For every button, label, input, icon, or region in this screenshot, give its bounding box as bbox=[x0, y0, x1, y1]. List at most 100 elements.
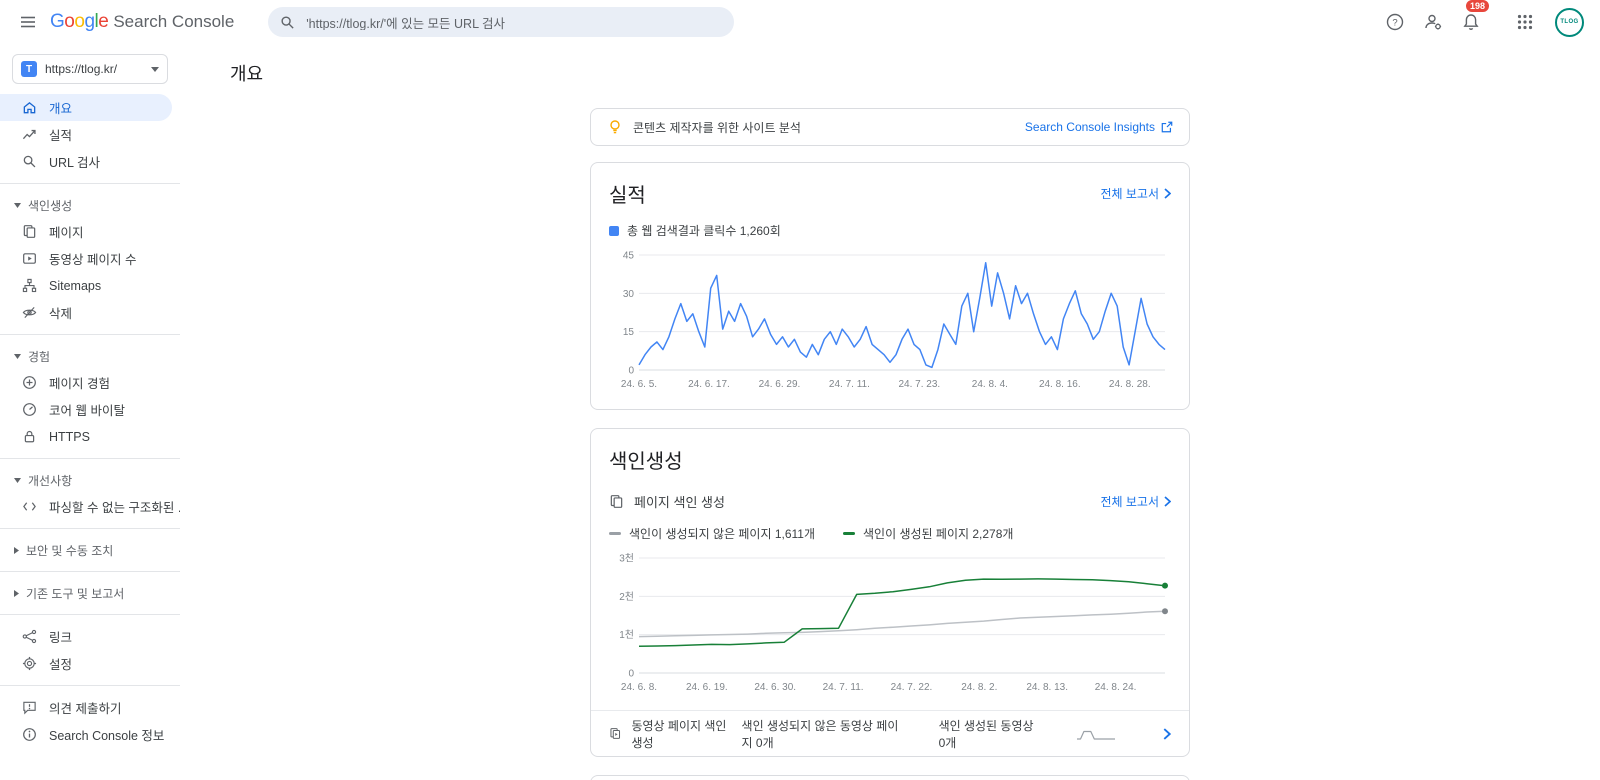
bell-icon bbox=[1461, 12, 1481, 32]
info-icon bbox=[22, 727, 37, 742]
video-indexing-label: 동영상 페이지 색인 생성 bbox=[631, 717, 731, 751]
sidebar-item-sitemaps[interactable]: Sitemaps bbox=[0, 272, 172, 299]
sidebar-group-label: 기존 도구 및 보고서 bbox=[26, 585, 124, 602]
sidebar-item-label: 동영상 페이지 수 bbox=[49, 249, 136, 268]
performance-full-report-link[interactable]: 전체 보고서 bbox=[1100, 185, 1171, 202]
svg-text:24. 6. 5.: 24. 6. 5. bbox=[621, 379, 657, 390]
search-icon bbox=[280, 15, 295, 30]
sidebar-group-security[interactable]: 보안 및 수동 조치 bbox=[0, 537, 180, 563]
sidebar-item-label: HTTPS bbox=[49, 430, 90, 444]
apps-grid-icon bbox=[1516, 13, 1534, 31]
help-button[interactable]: ? bbox=[1377, 4, 1413, 40]
sidebar-item-about[interactable]: Search Console 정보 bbox=[0, 721, 172, 748]
sidebar-item-label: 코어 웹 바이탈 bbox=[49, 400, 125, 419]
insights-banner[interactable]: 콘텐츠 제작자를 위한 사이트 분석 Search Console Insigh… bbox=[590, 108, 1190, 146]
svg-text:24. 7. 11.: 24. 7. 11. bbox=[829, 379, 870, 390]
app-logo[interactable]: Google Search Console bbox=[50, 11, 234, 33]
sidebar-group-indexing[interactable]: 색인생성 bbox=[0, 192, 180, 218]
performance-chart: 015304524. 6. 5.24. 6. 17.24. 6. 29.24. … bbox=[609, 247, 1171, 397]
sidebar-item-pages[interactable]: 페이지 bbox=[0, 218, 172, 245]
sidebar-item-links[interactable]: 링크 bbox=[0, 623, 172, 650]
page-title: 개요 bbox=[230, 60, 1600, 86]
sidebar-item-label: Sitemaps bbox=[49, 279, 101, 293]
performance-card: 실적 전체 보고서 총 웹 검색결과 클릭수 1,260회 015304524.… bbox=[590, 162, 1190, 410]
sidebar-item-performance[interactable]: 실적 bbox=[0, 121, 172, 148]
sidebar-item-feedback[interactable]: 의견 제출하기 bbox=[0, 694, 172, 721]
sidebar-item-label: 실적 bbox=[49, 125, 72, 144]
help-icon: ? bbox=[1385, 12, 1405, 32]
svg-text:24. 7. 22.: 24. 7. 22. bbox=[891, 682, 933, 693]
svg-text:2천: 2천 bbox=[619, 591, 634, 603]
sidebar-item-unparsable-structured-data[interactable]: 파싱할 수 없는 구조화된 ... bbox=[0, 493, 172, 520]
page-experience-icon bbox=[22, 375, 37, 390]
svg-text:15: 15 bbox=[623, 327, 635, 338]
eye-off-icon bbox=[22, 305, 37, 320]
property-caret-icon bbox=[151, 67, 159, 72]
sidebar-divider bbox=[0, 571, 180, 572]
sidebar-group-enhancements[interactable]: 개선사항 bbox=[0, 467, 180, 493]
sidebar-item-settings[interactable]: 설정 bbox=[0, 650, 172, 677]
svg-text:0: 0 bbox=[628, 366, 634, 377]
video-indexed-stat: 색인 생성된 동영상 0개 bbox=[939, 717, 1035, 751]
sidebar-item-video-pages[interactable]: 동영상 페이지 수 bbox=[0, 245, 172, 272]
sidebar-group-legacy-tools[interactable]: 기존 도구 및 보고서 bbox=[0, 580, 180, 606]
sidebar-item-label: 링크 bbox=[49, 627, 72, 646]
main-content: 개요 콘텐츠 제작자를 위한 사이트 분석 Search Console Ins… bbox=[180, 44, 1600, 780]
sidebar-item-overview[interactable]: 개요 bbox=[0, 94, 172, 121]
svg-text:24. 6. 17.: 24. 6. 17. bbox=[688, 379, 730, 390]
property-selector[interactable]: T https://tlog.kr/ bbox=[12, 54, 168, 84]
sidebar-item-url-inspection[interactable]: URL 검사 bbox=[0, 148, 172, 175]
notifications-button[interactable]: 198 bbox=[1453, 4, 1489, 40]
insights-link-label: Search Console Insights bbox=[1025, 120, 1155, 134]
video-indexing-row[interactable]: 동영상 페이지 색인 생성 색인 생성되지 않은 동영상 페이지 0개 색인 생… bbox=[591, 710, 1189, 756]
video-sparkline bbox=[1075, 727, 1117, 741]
svg-text:24. 8. 24.: 24. 8. 24. bbox=[1095, 682, 1137, 693]
svg-text:?: ? bbox=[1392, 18, 1397, 29]
user-settings-button[interactable] bbox=[1415, 4, 1451, 40]
chevron-right-icon bbox=[1164, 188, 1171, 199]
sidebar-item-removals[interactable]: 삭제 bbox=[0, 299, 172, 326]
sidebar-item-label: 페이지 경험 bbox=[49, 373, 110, 392]
performance-icon bbox=[22, 127, 37, 142]
apps-button[interactable] bbox=[1507, 4, 1543, 40]
sidebar-item-page-experience[interactable]: 페이지 경험 bbox=[0, 369, 172, 396]
indexing-card-title: 색인생성 bbox=[609, 445, 683, 474]
sidebar-group-experience[interactable]: 경험 bbox=[0, 343, 180, 369]
sidebar-item-label: 페이지 bbox=[49, 222, 84, 241]
links-icon bbox=[22, 629, 37, 644]
svg-text:30: 30 bbox=[623, 289, 635, 300]
video-pages-icon bbox=[22, 251, 37, 266]
sidebar-divider bbox=[0, 334, 180, 335]
google-logo-text: Google bbox=[50, 11, 108, 33]
sidebar-item-https[interactable]: HTTPS bbox=[0, 423, 172, 450]
full-report-label: 전체 보고서 bbox=[1100, 493, 1159, 510]
svg-text:24. 8. 16.: 24. 8. 16. bbox=[1039, 379, 1081, 390]
svg-text:24. 8. 13.: 24. 8. 13. bbox=[1026, 682, 1068, 693]
account-avatar[interactable]: TLOG bbox=[1555, 8, 1584, 37]
video-not-indexed-stat: 색인 생성되지 않은 동영상 페이지 0개 bbox=[742, 717, 899, 751]
svg-text:45: 45 bbox=[623, 251, 635, 262]
indexing-full-report-link[interactable]: 전체 보고서 bbox=[1100, 493, 1171, 510]
sidebar-group-label: 보안 및 수동 조치 bbox=[26, 542, 113, 559]
caret-right-icon bbox=[14, 590, 19, 597]
svg-text:0: 0 bbox=[628, 669, 634, 680]
product-name: Search Console bbox=[113, 12, 234, 32]
experience-card: 경험 bbox=[590, 775, 1190, 780]
sidebar-item-core-web-vitals[interactable]: 코어 웹 바이탈 bbox=[0, 396, 172, 423]
search-input[interactable] bbox=[304, 14, 722, 30]
not-indexed-legend-chip bbox=[609, 532, 621, 535]
insights-link[interactable]: Search Console Insights bbox=[1025, 120, 1173, 134]
page-indexing-label: 페이지 색인 생성 bbox=[634, 492, 725, 511]
pages-icon bbox=[609, 494, 624, 509]
svg-text:24. 7. 11.: 24. 7. 11. bbox=[823, 682, 864, 693]
sidebar-item-label: 개요 bbox=[49, 98, 72, 117]
svg-text:1천: 1천 bbox=[619, 629, 634, 641]
video-row-chevron[interactable] bbox=[1163, 728, 1171, 740]
menu-button[interactable] bbox=[10, 4, 46, 40]
sidebar-item-label: 설정 bbox=[49, 654, 72, 673]
sidebar-group-label: 개선사항 bbox=[28, 472, 72, 489]
svg-text:24. 8. 2.: 24. 8. 2. bbox=[961, 682, 997, 693]
sidebar-item-label: Search Console 정보 bbox=[49, 725, 164, 744]
svg-text:24. 6. 19.: 24. 6. 19. bbox=[686, 682, 728, 693]
search-bar[interactable] bbox=[268, 7, 734, 37]
